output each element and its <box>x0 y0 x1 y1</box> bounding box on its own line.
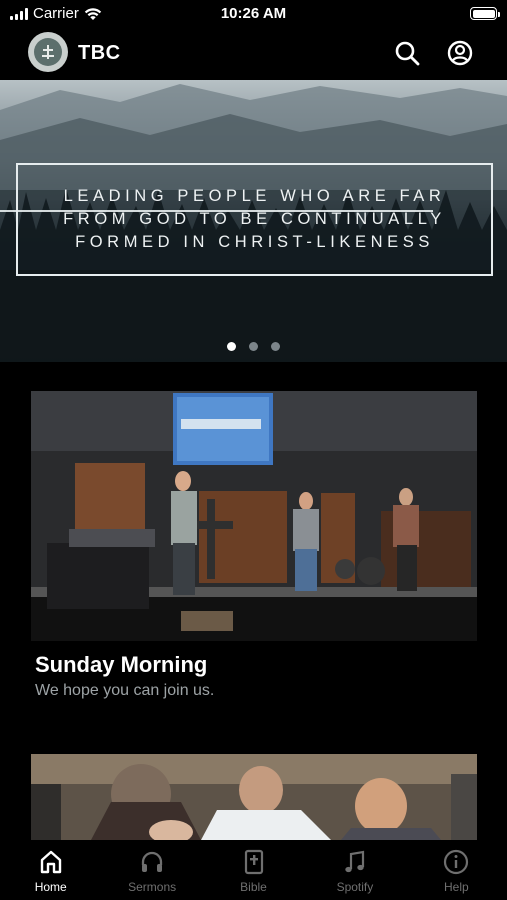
tab-help-label: Help <box>443 880 469 894</box>
tab-help[interactable]: Help <box>406 840 507 900</box>
tab-spotify-label: Spotify <box>336 880 374 894</box>
hero-mission-box: Leading people who are far from God to b… <box>16 163 493 276</box>
headphones-icon <box>141 851 163 872</box>
status-time: 10:26 AM <box>220 5 287 22</box>
info-icon <box>444 849 469 875</box>
app-title: TBC <box>78 42 121 64</box>
home-icon <box>40 850 61 874</box>
battery-icon <box>470 7 500 20</box>
worship-stage-image <box>31 391 477 641</box>
tab-sermons-label: Sermons <box>128 880 177 894</box>
status-bar: Carrier 10:26 AM <box>0 0 507 28</box>
carousel-dots <box>0 342 507 351</box>
prayer-group-image <box>31 754 477 840</box>
search-icon <box>395 41 420 66</box>
hero-carousel[interactable]: Leading people who are far from God to b… <box>0 80 507 362</box>
card-subtitle: We hope you can join us. <box>35 682 215 699</box>
search-button[interactable] <box>392 38 422 68</box>
music-note-icon <box>345 850 365 873</box>
tab-spotify[interactable]: Spotify <box>304 840 405 900</box>
carousel-dot-3[interactable] <box>271 342 280 351</box>
carousel-dot-1[interactable] <box>227 342 236 351</box>
tab-bar: Home Sermons Bible Spotify Help <box>0 840 507 900</box>
church-logo-icon[interactable] <box>28 32 68 72</box>
tab-bible-label: Bible <box>240 880 267 894</box>
card-title: Sunday Morning <box>35 652 208 677</box>
hero-mission-text: Leading people who are far from God to b… <box>63 187 446 251</box>
sunday-morning-card[interactable] <box>31 391 477 641</box>
account-circle-icon <box>447 40 473 66</box>
tab-home[interactable]: Home <box>0 840 101 900</box>
bible-icon <box>244 849 263 875</box>
community-card[interactable] <box>31 754 477 840</box>
account-button[interactable] <box>445 38 475 68</box>
battery-fill <box>472 9 495 18</box>
tab-sermons[interactable]: Sermons <box>101 840 202 900</box>
app-bar: TBC <box>0 30 507 76</box>
tab-bible[interactable]: Bible <box>203 840 304 900</box>
tab-home-label: Home <box>34 880 67 894</box>
carousel-dot-2[interactable] <box>249 342 258 351</box>
